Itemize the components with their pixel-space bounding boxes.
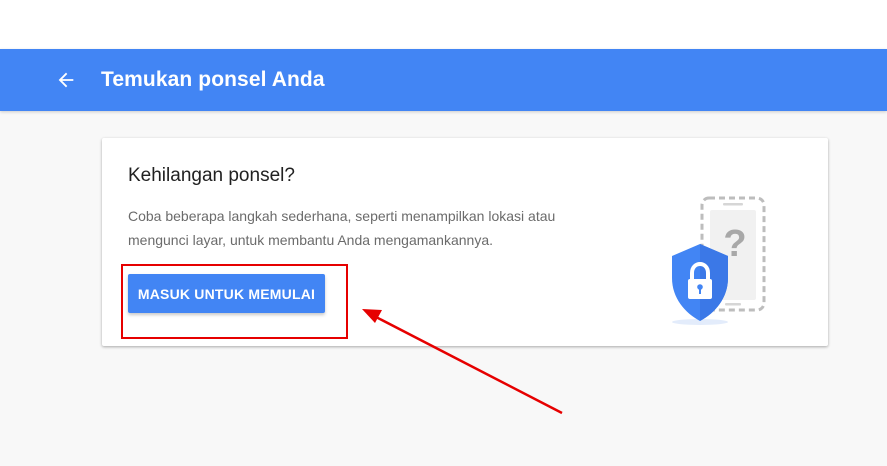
card-description: Coba beberapa langkah sederhana, seperti… [128, 204, 608, 252]
back-button[interactable] [50, 64, 82, 96]
card-description-line: mengunci layar, untuk membantu Anda meng… [128, 232, 494, 248]
page-title: Temukan ponsel Anda [101, 68, 325, 91]
card-heading: Kehilangan ponsel? [128, 165, 295, 186]
arrow-left-icon [58, 72, 74, 88]
top-blank-area [0, 0, 887, 49]
lost-phone-illustration: ? [667, 194, 777, 330]
annotation-highlight-box [121, 264, 348, 339]
app-bar: Temukan ponsel Anda [0, 49, 887, 111]
card-description-line: Coba beberapa langkah sederhana, seperti… [128, 208, 556, 224]
